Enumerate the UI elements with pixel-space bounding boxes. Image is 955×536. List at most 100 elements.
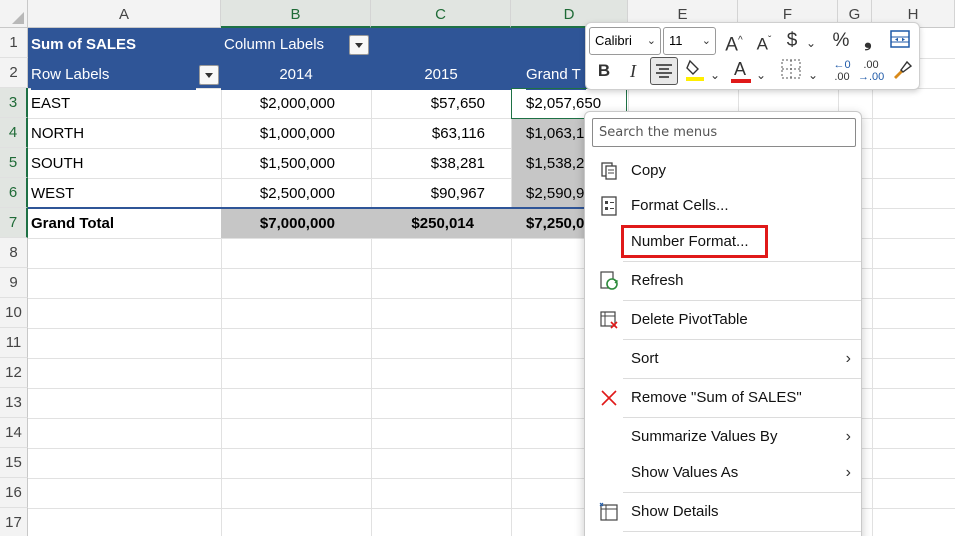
value-west-2014[interactable]: $2,500,000 — [221, 179, 335, 209]
chevron-down-icon: ⌄ — [646, 35, 656, 47]
chevron-down-icon[interactable]: ⌄ — [807, 63, 819, 87]
row-header-2[interactable]: 2 — [0, 58, 28, 88]
row-header-15[interactable]: 15 — [0, 448, 28, 478]
menu-item-sort[interactable]: Sort › — [585, 341, 863, 377]
menu-item-refresh[interactable]: Refresh — [585, 263, 863, 299]
value-grand-total-all[interactable]: $7,250,0 — [526, 209, 584, 239]
fill-color-icon[interactable] — [684, 57, 706, 90]
borders-icon[interactable] — [779, 58, 803, 87]
row-label-grand-total[interactable]: Grand Total — [31, 209, 216, 239]
grow-font-icon[interactable]: A^ — [721, 29, 747, 57]
context-menu: Search the menus Copy Format Cells... Nu… — [584, 111, 862, 536]
menu-item-format-cells[interactable]: Format Cells... — [585, 188, 863, 224]
comma-style-icon[interactable]: ❟ — [860, 29, 876, 53]
column-labels-filter-dropdown[interactable] — [349, 35, 369, 55]
pivot-grand-total-header[interactable]: Grand T — [526, 60, 586, 90]
font-size-select[interactable]: 11 ⌄ — [663, 27, 716, 55]
percent-icon[interactable]: % — [829, 29, 853, 53]
menu-item-remove-field[interactable]: Remove "Sum of SALES" — [585, 380, 863, 416]
menu-item-label: Sort — [631, 350, 659, 367]
menu-item-show-details[interactable]: Show Details — [585, 494, 863, 530]
highlight-box — [621, 225, 768, 258]
menu-item-summarize-values-by[interactable]: Summarize Values By › — [585, 419, 863, 455]
shrink-font-icon[interactable]: Aˇ — [751, 29, 777, 57]
chevron-right-icon: › — [845, 350, 851, 367]
value-east-2014[interactable]: $2,000,000 — [221, 89, 335, 119]
bold-icon[interactable]: B — [594, 59, 614, 83]
row-header-12[interactable]: 12 — [0, 358, 28, 388]
row-label-east[interactable]: EAST — [31, 89, 216, 119]
row-header-9[interactable]: 9 — [0, 268, 28, 298]
show-details-icon — [599, 502, 618, 521]
menu-item-label: Show Values As — [631, 464, 739, 481]
row-labels-filter-dropdown[interactable] — [199, 65, 219, 85]
pivot-sum-of-sales[interactable]: Sum of SALES — [31, 30, 216, 60]
column-header-b[interactable]: B — [221, 0, 371, 28]
chevron-down-icon[interactable]: ⌄ — [755, 63, 767, 87]
remove-x-icon — [601, 390, 617, 406]
value-north-2014[interactable]: $1,000,000 — [221, 119, 335, 149]
merge-center-icon[interactable] — [888, 29, 912, 56]
column-header-a[interactable]: A — [28, 0, 221, 28]
delete-pivot-icon — [600, 311, 618, 329]
menu-item-label: Copy — [631, 162, 667, 179]
font-size-value: 11 — [669, 33, 683, 48]
row-header-1[interactable]: 1 — [0, 28, 28, 58]
menu-search-input[interactable]: Search the menus — [592, 118, 856, 147]
value-west-total[interactable]: $2,590,9 — [526, 179, 584, 209]
pivot-col-2015[interactable]: 2015 — [371, 60, 511, 90]
row-header-4[interactable]: 4 — [0, 118, 28, 148]
row-label-south[interactable]: SOUTH — [31, 149, 216, 179]
format-painter-icon[interactable] — [891, 58, 913, 87]
chevron-right-icon: › — [845, 428, 851, 445]
chevron-right-icon: › — [845, 464, 851, 481]
chevron-down-icon[interactable]: ⌄ — [709, 63, 721, 87]
row-header-8[interactable]: 8 — [0, 238, 28, 268]
row-header-7[interactable]: 7 — [0, 208, 28, 238]
pivot-column-labels[interactable]: Column Labels — [224, 30, 349, 60]
currency-icon[interactable]: $ — [782, 29, 802, 53]
align-center-button[interactable] — [650, 57, 678, 85]
row-header-17[interactable]: 17 — [0, 508, 28, 536]
font-name-value: Calibri — [595, 33, 632, 48]
menu-item-copy[interactable]: Copy — [585, 153, 863, 189]
font-name-select[interactable]: Calibri ⌄ — [589, 27, 661, 55]
value-north-total[interactable]: $1,063,1 — [526, 119, 584, 149]
decrease-decimal-icon[interactable]: .00 →.00 — [858, 59, 884, 83]
value-grand-total-2014[interactable]: $7,000,000 — [221, 209, 335, 239]
row-header-10[interactable]: 10 — [0, 298, 28, 328]
row-header-3[interactable]: 3 — [0, 88, 28, 118]
row-header-6[interactable]: 6 — [0, 178, 28, 208]
format-cells-icon — [601, 196, 617, 216]
value-west-2015[interactable]: $90,967 — [371, 179, 485, 209]
row-label-west[interactable]: WEST — [31, 179, 216, 209]
menu-item-label: Show Details — [631, 503, 719, 520]
row-header-16[interactable]: 16 — [0, 478, 28, 508]
menu-item-delete-pivottable[interactable]: Delete PivotTable — [585, 302, 863, 338]
pivot-row-labels[interactable]: Row Labels — [31, 60, 196, 90]
value-grand-total-2015[interactable]: $250,014 — [371, 209, 474, 239]
select-all-corner[interactable] — [0, 0, 28, 28]
menu-item-label: Summarize Values By — [631, 428, 778, 445]
value-south-2014[interactable]: $1,500,000 — [221, 149, 335, 179]
row-header-11[interactable]: 11 — [0, 328, 28, 358]
value-south-total[interactable]: $1,538,2 — [526, 149, 584, 179]
chevron-down-icon: ⌄ — [701, 35, 711, 47]
value-north-2015[interactable]: $63,116 — [371, 119, 485, 149]
menu-item-label: Format Cells... — [631, 197, 729, 214]
menu-item-label: Remove "Sum of SALES" — [631, 389, 802, 406]
chevron-down-icon[interactable]: ⌄ — [804, 31, 818, 55]
row-label-north[interactable]: NORTH — [31, 119, 216, 149]
menu-item-label: Refresh — [631, 272, 684, 289]
italic-icon[interactable]: I — [623, 59, 643, 83]
row-header-13[interactable]: 13 — [0, 388, 28, 418]
menu-item-label: Delete PivotTable — [631, 311, 748, 328]
menu-item-show-values-as[interactable]: Show Values As › — [585, 455, 863, 491]
increase-decimal-icon[interactable]: ←0.00 — [829, 59, 855, 83]
row-header-14[interactable]: 14 — [0, 418, 28, 448]
row-header-5[interactable]: 5 — [0, 148, 28, 178]
value-south-2015[interactable]: $38,281 — [371, 149, 485, 179]
pivot-col-2014[interactable]: 2014 — [221, 60, 371, 90]
column-header-c[interactable]: C — [371, 0, 511, 28]
value-east-2015[interactable]: $57,650 — [371, 89, 485, 119]
